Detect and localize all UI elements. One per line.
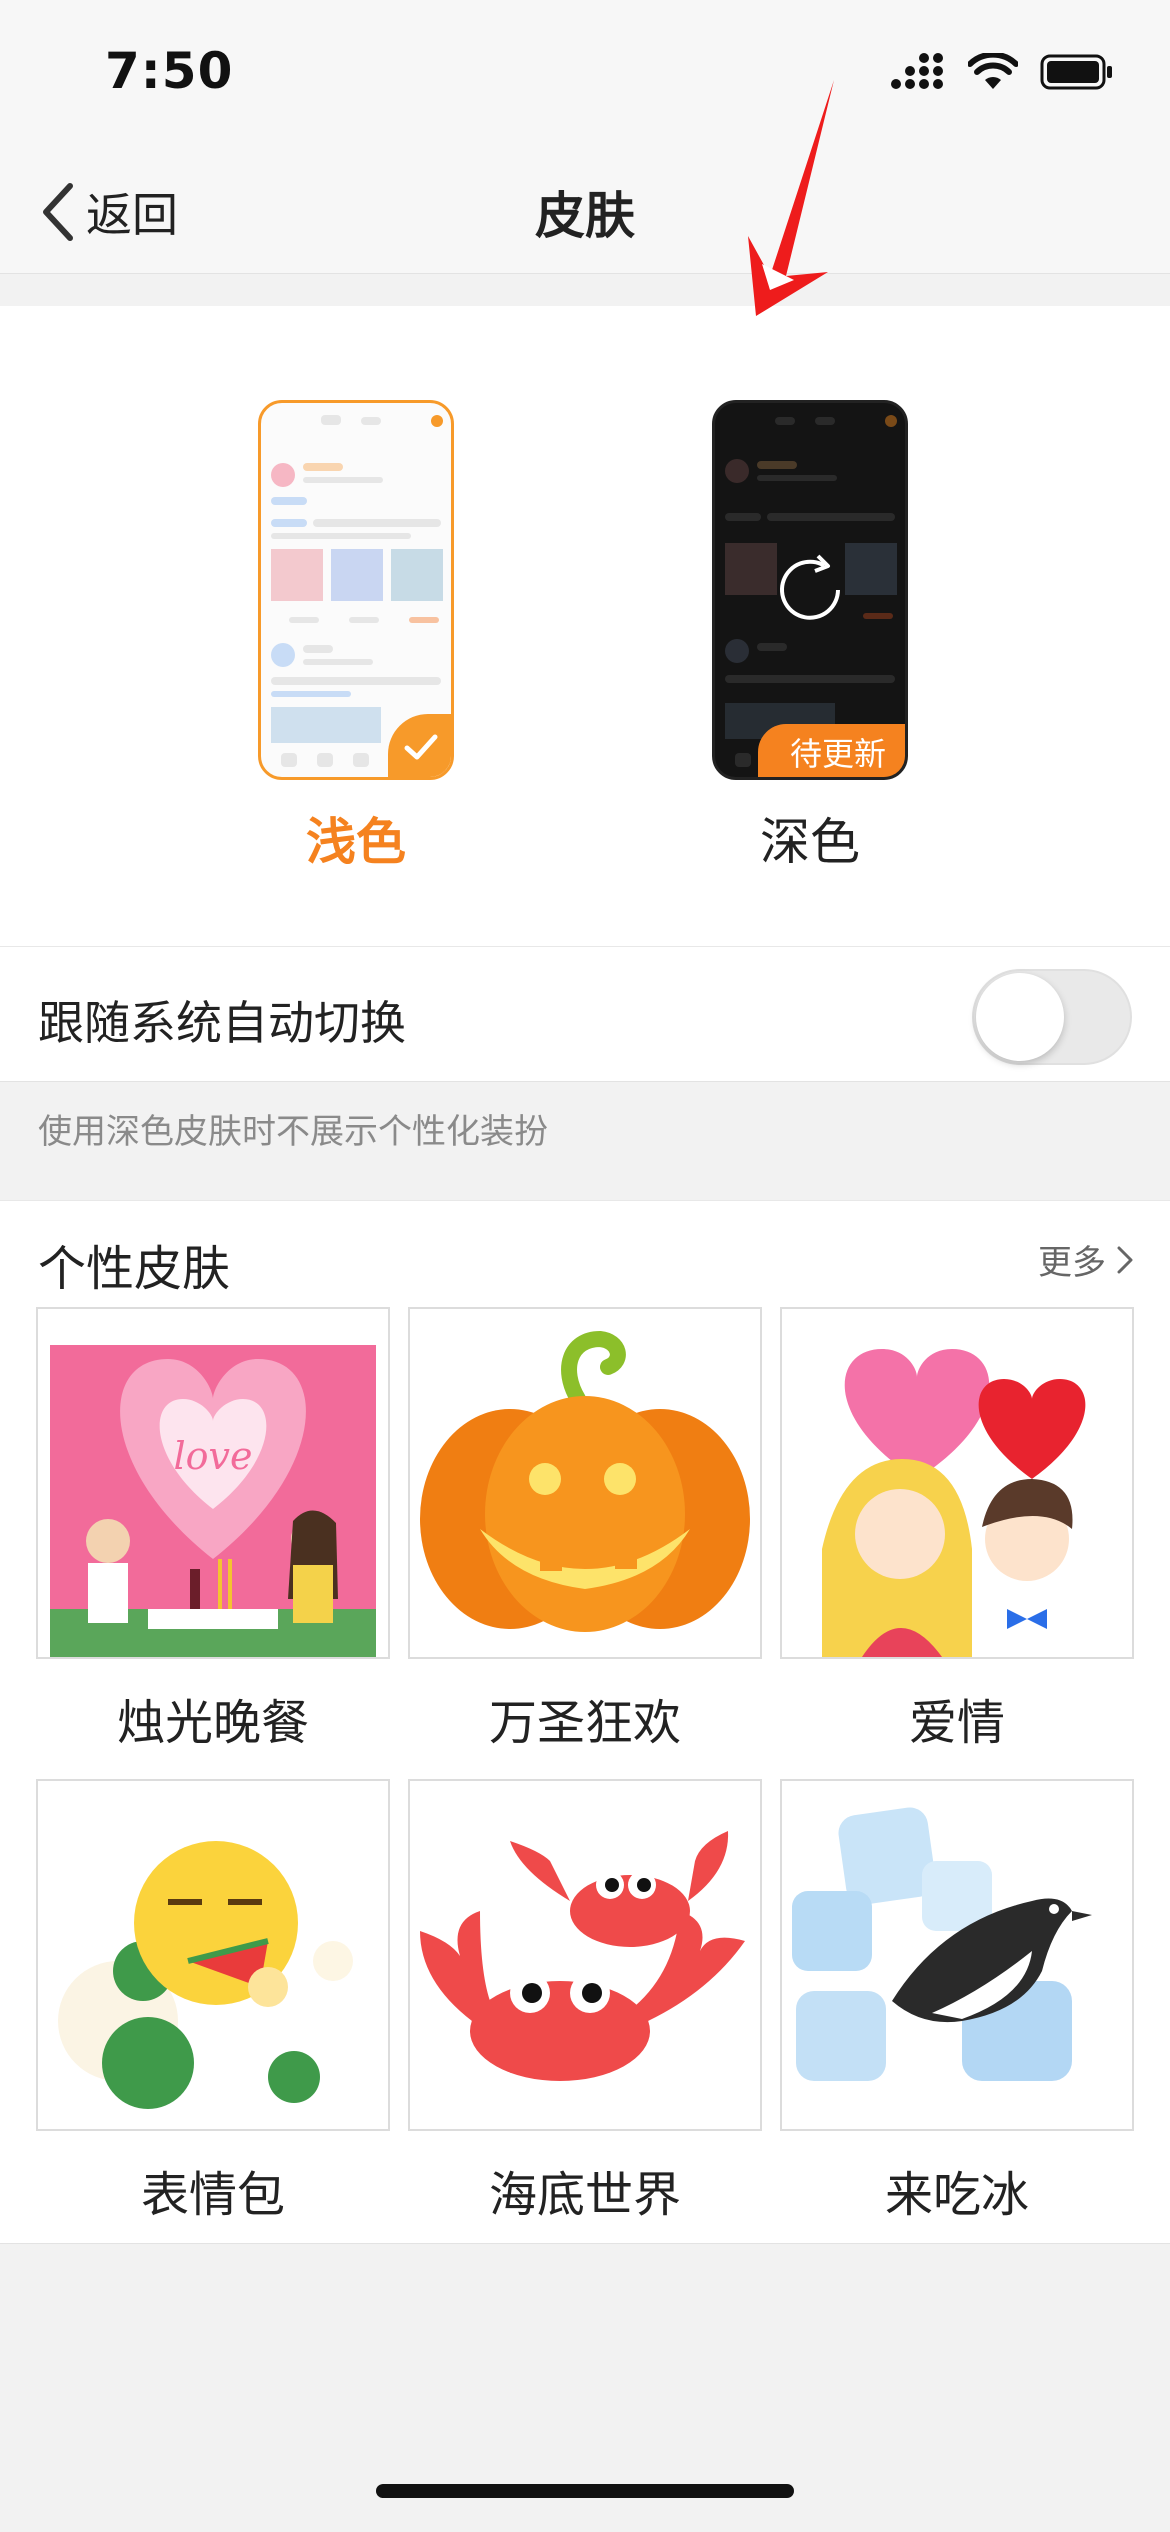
skin-thumbnail	[780, 1307, 1134, 1659]
status-icons	[890, 50, 1114, 94]
emoji-watermelon-image	[58, 1841, 353, 2109]
skin-tile-eat-ice[interactable]: 来吃冰	[780, 1779, 1134, 2225]
light-theme-preview	[258, 400, 454, 780]
theme-label-dark: 深色	[760, 813, 860, 871]
dark-mode-hint: 使用深色皮肤时不展示个性化装扮	[38, 1112, 548, 1152]
theme-label-light: 浅色	[306, 813, 406, 871]
checkmark-icon	[404, 734, 438, 760]
skin-label: 来吃冰	[884, 2167, 1029, 2223]
update-pending-badge: 待更新	[758, 724, 905, 777]
love-couple-image	[822, 1349, 1086, 1657]
page-title: 皮肤	[535, 187, 635, 245]
skin-tile-emoji[interactable]: 表情包	[36, 1779, 390, 2225]
halloween-pumpkin-image	[420, 1330, 750, 1632]
skin-thumbnail	[36, 1779, 390, 2131]
skin-label: 海底世界	[488, 2167, 681, 2223]
skin-thumbnail: love	[36, 1307, 390, 1659]
skin-label: 万圣狂欢	[488, 1695, 681, 1751]
skin-thumbnail	[408, 1779, 762, 2131]
skin-tile-underwater-world[interactable]: 海底世界	[408, 1779, 762, 2225]
crab-image	[420, 1831, 745, 2081]
theme-option-dark[interactable]: 待更新 深色	[712, 400, 912, 874]
skin-tile-love[interactable]: 爱情	[780, 1307, 1134, 1753]
ice-penguin-image	[792, 1807, 1092, 2081]
status-bar: 7:50	[0, 0, 1170, 150]
auto-switch-row: 跟随系统自动切换	[0, 946, 1170, 1082]
battery-icon	[1040, 54, 1112, 90]
skin-label: 表情包	[140, 2167, 285, 2223]
section-title: 个性皮肤	[38, 1241, 231, 1297]
candlelight-dinner-image: love	[50, 1345, 376, 1657]
refresh-icon	[780, 554, 840, 620]
more-label: 更多	[1038, 1243, 1106, 1283]
status-time: 7:50	[105, 42, 234, 100]
skin-thumbnail	[408, 1307, 762, 1659]
skin-tile-candlelight-dinner[interactable]: love 烛光晚餐	[36, 1307, 390, 1753]
more-link[interactable]: 更多	[1038, 1235, 1134, 1284]
navigation-bar: 返回 皮肤	[0, 150, 1170, 274]
skin-label: 烛光晚餐	[116, 1695, 309, 1751]
dark-theme-preview: 待更新	[712, 400, 908, 780]
selected-check-badge	[388, 714, 451, 777]
auto-switch-toggle[interactable]	[972, 969, 1132, 1065]
theme-option-light[interactable]: 浅色	[258, 400, 458, 874]
chevron-right-icon	[1117, 1246, 1133, 1273]
toggle-knob	[976, 973, 1064, 1061]
cellular-signal-icon	[891, 53, 943, 89]
theme-selector: 浅色 待更新 深色	[0, 80, 1170, 946]
personal-skins-section: 个性皮肤 更多 love 烛光晚餐 万圣狂欢 爱情 表情包 海底世界 来吃冰	[0, 1200, 1170, 2244]
wifi-icon	[968, 53, 1018, 89]
skin-label: 爱情	[908, 1695, 1005, 1751]
annotation-arrow-icon	[748, 80, 834, 316]
home-indicator[interactable]	[376, 2484, 794, 2498]
svg-text:love: love	[174, 1434, 253, 1478]
auto-switch-label: 跟随系统自动切换	[38, 996, 406, 1050]
skin-thumbnail	[780, 1779, 1134, 2131]
skin-tile-halloween[interactable]: 万圣狂欢	[408, 1307, 762, 1753]
